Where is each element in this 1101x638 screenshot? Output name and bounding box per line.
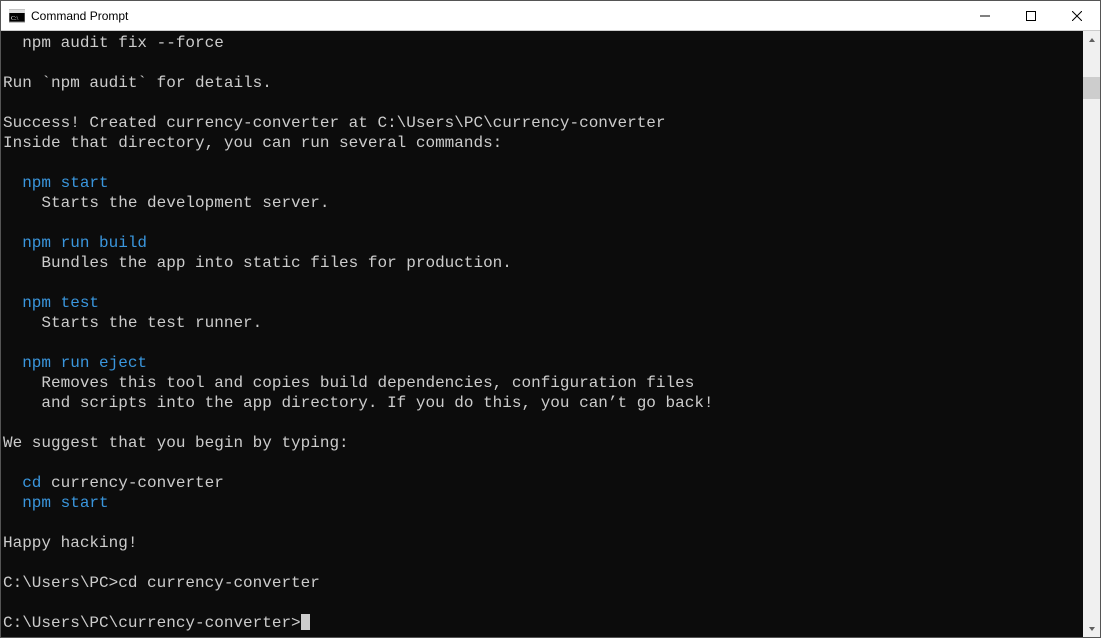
terminal-text: Run `npm audit` for details. (3, 74, 272, 92)
terminal-text: npm audit fix --force (22, 34, 224, 52)
terminal-text: npm start (22, 174, 108, 192)
terminal-text: Starts the development server. (41, 194, 329, 212)
titlebar[interactable]: C:\ Command Prompt (1, 1, 1100, 31)
terminal-text: We suggest that you begin by typing: (3, 434, 349, 452)
scroll-down-button[interactable] (1083, 620, 1100, 637)
terminal-text: Bundles the app into static files for pr… (41, 254, 511, 272)
vertical-scrollbar[interactable] (1083, 31, 1100, 637)
terminal-text: and scripts into the app directory. If y… (41, 394, 713, 412)
terminal-text: npm run eject (22, 354, 147, 372)
console-output[interactable]: npm audit fix --force Run `npm audit` fo… (3, 33, 1083, 633)
terminal-text: Success! Created currency-converter at C… (3, 114, 666, 132)
minimize-button[interactable] (962, 1, 1008, 30)
client-area: npm audit fix --force Run `npm audit` fo… (1, 31, 1100, 637)
close-button[interactable] (1054, 1, 1100, 30)
text-cursor (301, 614, 310, 630)
terminal-text: Happy hacking! (3, 534, 137, 552)
scroll-up-button[interactable] (1083, 31, 1100, 48)
scroll-thumb[interactable] (1083, 77, 1100, 100)
terminal-text: npm test (22, 294, 99, 312)
terminal-text: npm run build (22, 234, 147, 252)
window-controls (962, 1, 1100, 30)
app-icon: C:\ (9, 8, 25, 24)
terminal[interactable]: npm audit fix --force Run `npm audit` fo… (1, 31, 1083, 637)
terminal-text: Removes this tool and copies build depen… (41, 374, 694, 392)
terminal-text: C:\Users\PC\currency-converter> (3, 614, 301, 632)
terminal-text: currency-converter (51, 474, 224, 492)
terminal-text: C:\Users\PC>cd currency-converter (3, 574, 320, 592)
terminal-text: npm start (22, 494, 108, 512)
terminal-text: cd (22, 474, 51, 492)
window-title: Command Prompt (31, 9, 962, 23)
terminal-text: Inside that directory, you can run sever… (3, 134, 502, 152)
scroll-track[interactable] (1083, 48, 1100, 620)
maximize-button[interactable] (1008, 1, 1054, 30)
svg-text:C:\: C:\ (11, 16, 19, 22)
terminal-text: Starts the test runner. (41, 314, 262, 332)
command-prompt-window: C:\ Command Prompt npm audit fix --force… (0, 0, 1101, 638)
